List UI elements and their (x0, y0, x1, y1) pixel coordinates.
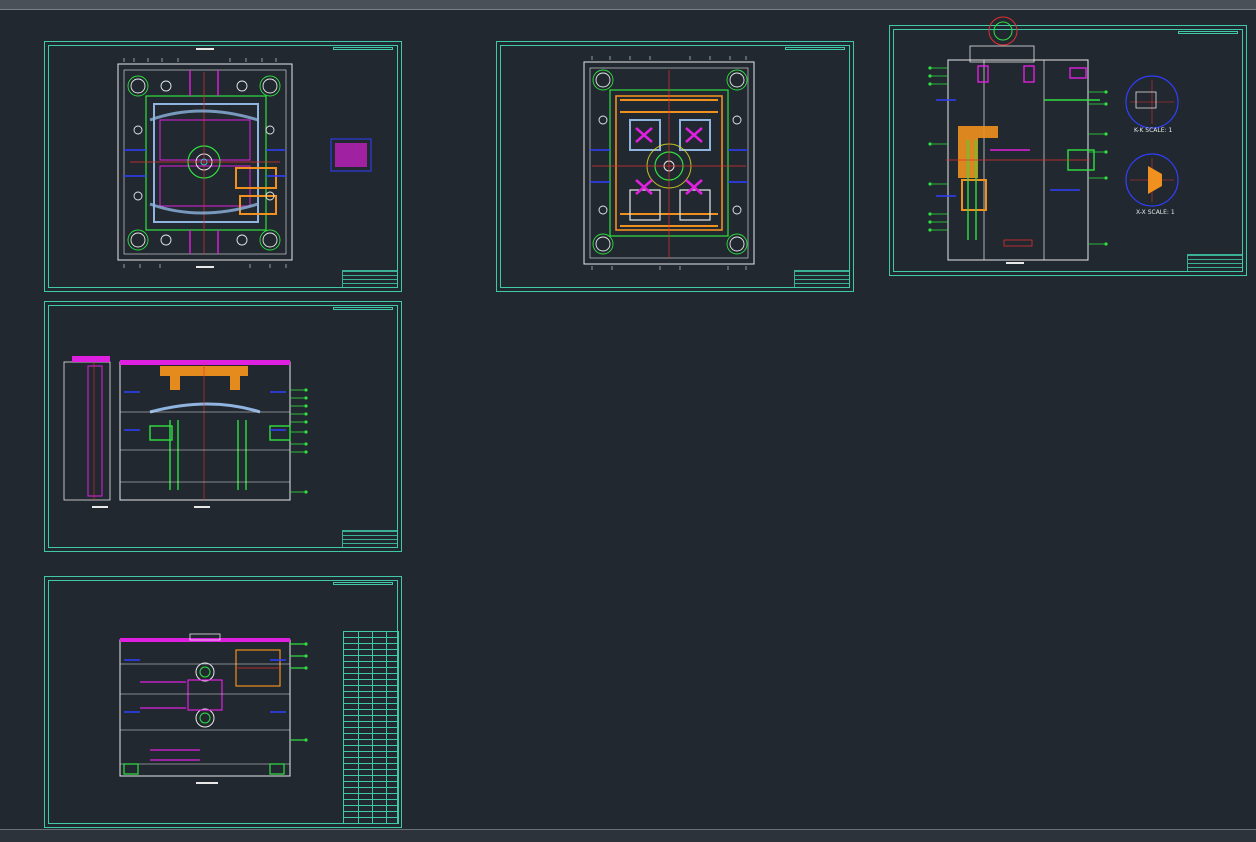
top-view-2 (583, 56, 755, 270)
section-view-3 (928, 16, 1179, 264)
cad-drawing-canvas[interactable] (0, 0, 1256, 841)
detail-label-x-x: X-X SCALE: 1 (1136, 209, 1175, 216)
section-view-5 (119, 633, 308, 784)
section-view-4 (63, 356, 308, 508)
detail-label-k-k: K-K SCALE: 1 (1134, 127, 1173, 134)
top-view-1 (117, 48, 372, 268)
window-bottom-bar (0, 829, 1256, 842)
